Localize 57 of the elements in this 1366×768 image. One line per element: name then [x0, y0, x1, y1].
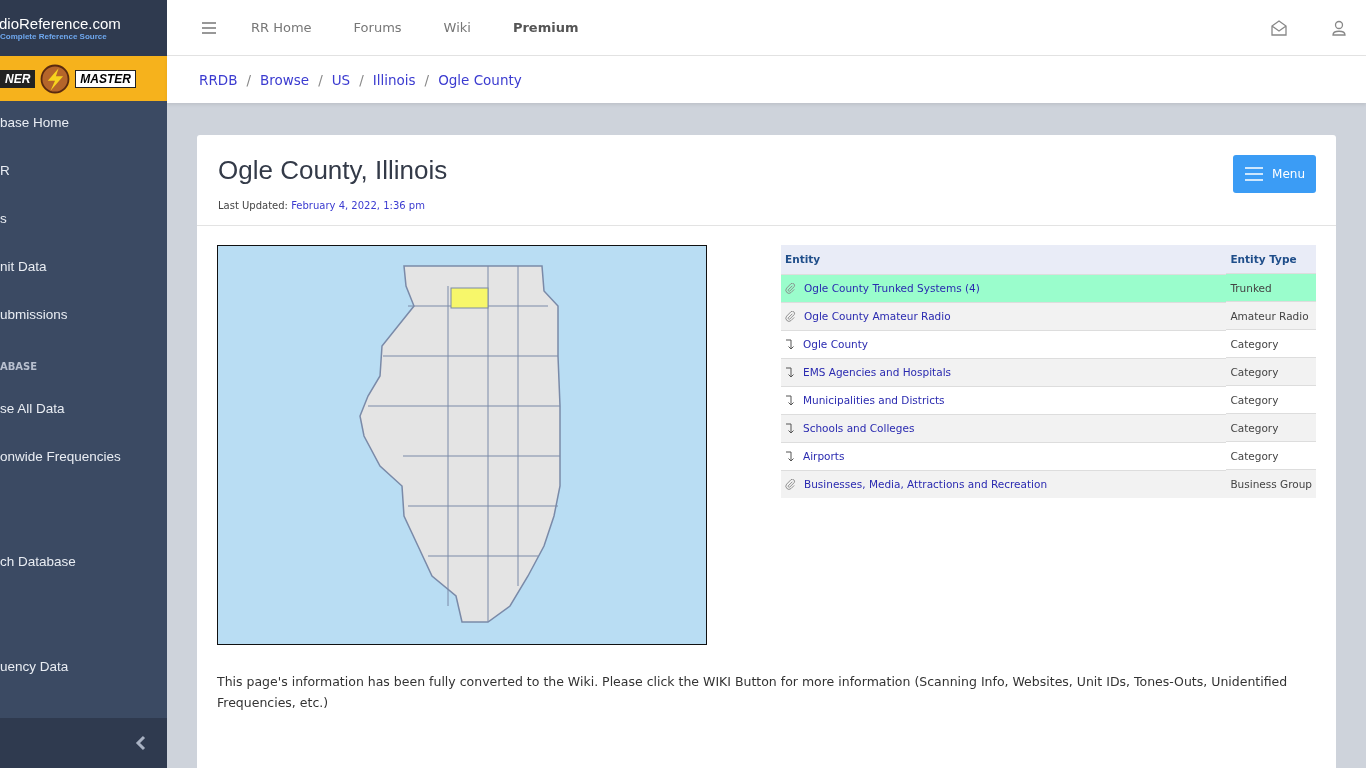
sidebar-item[interactable]: base Home: [0, 115, 167, 163]
breadcrumb-link[interactable]: RRDB: [199, 71, 238, 88]
breadcrumb-link[interactable]: Ogle County: [438, 71, 522, 88]
table-cell: Trunked: [1226, 273, 1316, 302]
breadcrumb-separator: /: [318, 71, 323, 88]
column-header: Entity Type: [1226, 245, 1316, 274]
menu-icon[interactable]: [201, 20, 217, 35]
ad-banner[interactable]: NER MASTER: [0, 56, 167, 101]
nav-link[interactable]: RR Home: [251, 20, 312, 35]
sidebar-item[interactable]: ubmissions: [0, 307, 167, 355]
sidebar-item[interactable]: R: [0, 163, 167, 211]
updated-date[interactable]: February 4, 2022, 1:36 pm: [291, 200, 425, 211]
updated-label: Last Updated:: [218, 200, 288, 211]
entity-link[interactable]: Airports: [803, 450, 845, 462]
breadcrumb-separator: /: [424, 71, 430, 88]
table-cell: Category: [1226, 413, 1316, 442]
breadcrumb-link[interactable]: Illinois: [372, 71, 416, 88]
sidebar-item[interactable]: ch Database: [0, 554, 167, 602]
table-cell: Amateur Radio: [1226, 301, 1316, 330]
turn-down-icon: [785, 394, 795, 406]
entity-link[interactable]: Ogle County Trunked Systems (4): [804, 282, 980, 294]
notice-text: This page's information has been fully converted to the Wiki. Please click the WIKI Button for more information (Scanning Info, Websites, Unit IDs, Tones-Outs, Unidentified Frequencies, etc.): [217, 673, 1289, 712]
nav-link[interactable]: Forums: [353, 20, 402, 35]
breadcrumb-separator: /: [246, 71, 251, 88]
breadcrumb-link[interactable]: Browse: [260, 71, 310, 88]
table-cell: Category: [1226, 357, 1316, 386]
breadcrumb-separator: /: [359, 71, 364, 88]
sidebar-heading: ABASE: [0, 360, 39, 374]
table-cell: Business Group: [1226, 469, 1316, 498]
sidebar-item[interactable]: nit Data: [0, 259, 167, 307]
site-logo[interactable]: dioReference.com: [0, 15, 167, 32]
user-icon[interactable]: [1332, 19, 1346, 36]
entity-link[interactable]: EMS Agencies and Hospitals: [803, 366, 952, 378]
entity-link[interactable]: Municipalities and Districts: [803, 394, 945, 406]
collapse-icon[interactable]: [135, 735, 147, 751]
sidebar-item[interactable]: s: [0, 211, 167, 259]
column-header: Entity: [781, 245, 1227, 274]
mail-icon[interactable]: [1270, 19, 1288, 36]
paperclip-icon: [785, 478, 796, 490]
logo-tagline: Complete Reference Source: [0, 32, 108, 41]
entity-link[interactable]: Schools and Colleges: [803, 422, 915, 434]
nav-link[interactable]: Premium: [512, 20, 579, 35]
turn-down-icon: [785, 450, 795, 462]
turn-down-icon: [785, 338, 795, 350]
paperclip-icon: [785, 282, 796, 294]
entity-link[interactable]: Ogle County: [803, 338, 869, 350]
turn-down-icon: [785, 366, 795, 378]
page-title: Ogle County, Illinois: [218, 155, 448, 186]
sidebar-item[interactable]: onwide Frequencies: [0, 449, 167, 497]
menu-icon: [1244, 166, 1265, 182]
turn-down-icon: [785, 422, 795, 434]
breadcrumb-link[interactable]: US: [331, 71, 351, 88]
nav-link[interactable]: Wiki: [443, 20, 471, 35]
sidebar-item[interactable]: se All Data: [0, 401, 167, 449]
entity-link[interactable]: Ogle County Amateur Radio: [804, 310, 951, 322]
sidebar-item[interactable]: uency Data: [0, 659, 167, 707]
paperclip-icon: [785, 310, 796, 322]
